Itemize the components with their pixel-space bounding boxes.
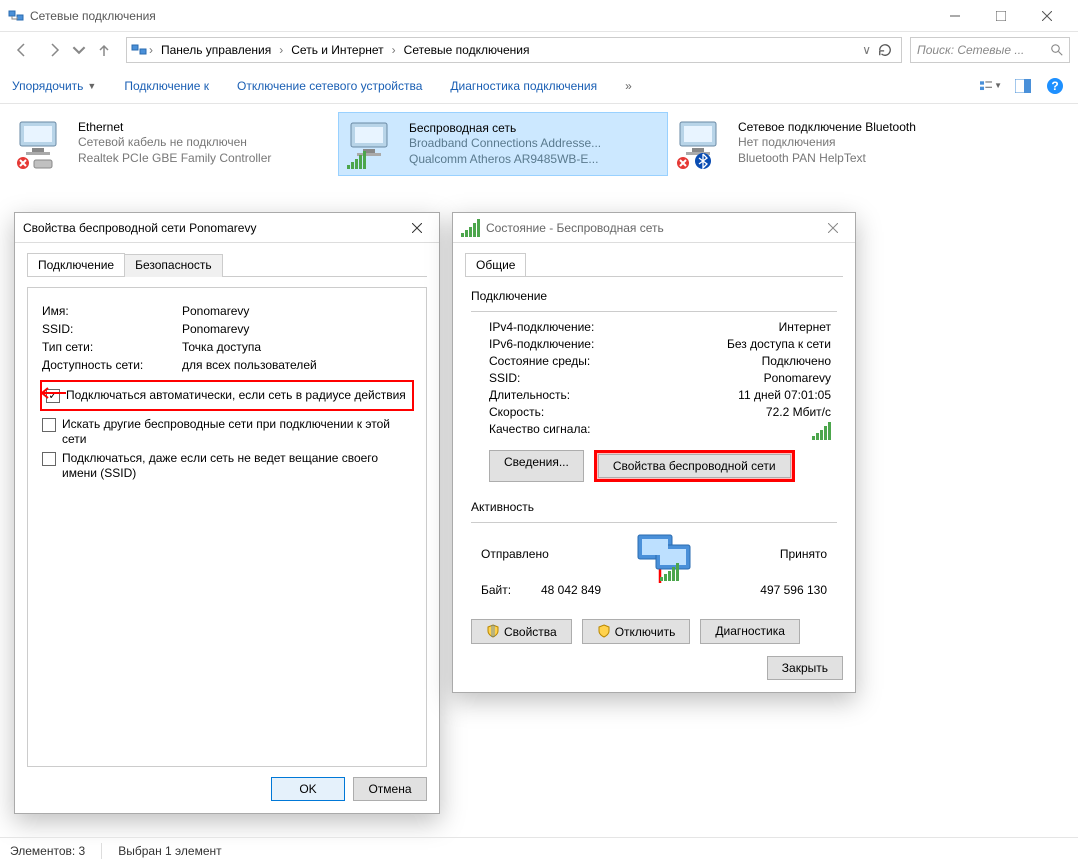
bytes-sent: 48 042 849: [541, 583, 601, 597]
signal-bars-icon: [461, 219, 480, 237]
back-button[interactable]: [8, 36, 36, 64]
breadcrumb-segment[interactable]: Панель управления: [155, 38, 277, 62]
close-button[interactable]: [1024, 1, 1070, 31]
forward-button[interactable]: [40, 36, 68, 64]
annotation-highlight: Свойства беспроводной сети: [594, 450, 795, 482]
ethernet-plug-icon: [32, 158, 56, 170]
tab-security[interactable]: Безопасность: [124, 254, 223, 277]
connection-ethernet[interactable]: Ethernet Сетевой кабель не подключен Rea…: [8, 112, 338, 176]
annotation-arrow-icon: [36, 386, 66, 400]
wireless-properties-dialog: Свойства беспроводной сети Ponomarevy По…: [14, 212, 440, 814]
minimize-button[interactable]: [932, 1, 978, 31]
bluetooth-network-icon: [676, 120, 720, 156]
up-button[interactable]: [90, 36, 118, 64]
view-menu[interactable]: ▼: [980, 75, 1002, 97]
group-connection-label: Подключение: [471, 289, 837, 303]
dialog-title: Состояние - Беспроводная сеть: [486, 221, 664, 235]
help-button[interactable]: ?: [1044, 75, 1066, 97]
connection-title: Сетевое подключение Bluetooth: [738, 120, 990, 134]
preview-pane-button[interactable]: [1012, 75, 1034, 97]
command-bar: Упорядочить ▼ Подключение к Отключение с…: [0, 68, 1078, 104]
cancel-button[interactable]: Отмена: [353, 777, 427, 801]
diagnose-button[interactable]: Диагностика: [700, 619, 800, 644]
shield-icon: [597, 624, 611, 638]
network-connections-icon: [131, 42, 147, 58]
group-activity-label: Активность: [471, 500, 837, 514]
connection-title: Беспроводная сеть: [409, 121, 659, 135]
connections-list: Ethernet Сетевой кабель не подключен Rea…: [0, 104, 1078, 184]
address-bar: › Панель управления › Сеть и Интернет › …: [0, 32, 1078, 68]
maximize-button[interactable]: [978, 1, 1024, 31]
details-button[interactable]: Сведения...: [489, 450, 584, 482]
breadcrumb-segment[interactable]: Сеть и Интернет: [285, 38, 389, 62]
search-input[interactable]: Поиск: Сетевые ...: [910, 37, 1070, 63]
connection-wireless[interactable]: Беспроводная сеть Broadband Connections …: [338, 112, 668, 176]
close-button[interactable]: [819, 214, 847, 242]
breadcrumb[interactable]: › Панель управления › Сеть и Интернет › …: [126, 37, 902, 63]
properties-button[interactable]: Свойства: [471, 619, 572, 644]
x-icon: [16, 156, 30, 170]
tab-connection[interactable]: Подключение: [27, 253, 125, 276]
selection-count: Выбран 1 элемент: [118, 844, 221, 858]
tab-general[interactable]: Общие: [465, 253, 526, 276]
bluetooth-icon: [694, 152, 712, 170]
svg-text:?: ?: [1051, 79, 1058, 93]
look-for-other-networks-checkbox[interactable]: [42, 418, 56, 432]
annotation-highlight: Подключаться автоматически, если сеть в …: [40, 380, 414, 411]
item-count: Элементов: 3: [10, 844, 85, 858]
connect-to-button[interactable]: Подключение к: [124, 79, 209, 93]
organize-menu[interactable]: Упорядочить ▼: [12, 79, 96, 93]
refresh-button[interactable]: [873, 38, 897, 62]
ok-button[interactable]: OK: [271, 777, 345, 801]
disable-device-button[interactable]: Отключение сетевого устройства: [237, 79, 422, 93]
network-connections-icon: [8, 8, 24, 24]
connection-bluetooth[interactable]: Сетевое подключение Bluetooth Нет подклю…: [668, 112, 998, 176]
search-icon: [1051, 44, 1063, 56]
titlebar: Сетевые подключения: [0, 0, 1078, 32]
connection-title: Ethernet: [78, 120, 330, 134]
close-dialog-button[interactable]: Закрыть: [767, 656, 843, 680]
x-icon: [676, 156, 690, 170]
connect-hidden-ssid-checkbox[interactable]: [42, 452, 56, 466]
bytes-received: 497 596 130: [760, 583, 827, 597]
breadcrumb-segment[interactable]: Сетевые подключения: [398, 38, 536, 62]
chevron-down-icon[interactable]: ∨: [862, 43, 871, 57]
signal-bars-icon: [812, 422, 831, 440]
wireless-properties-button[interactable]: Свойства беспроводной сети: [598, 454, 791, 478]
signal-bars-icon: [347, 151, 366, 169]
close-button[interactable]: [403, 214, 431, 242]
activity-icon: [632, 531, 696, 577]
recent-locations-button[interactable]: [72, 36, 86, 64]
shield-icon: [486, 624, 500, 638]
ethernet-icon: [16, 120, 60, 156]
tabs: Общие: [465, 253, 843, 277]
connection-status-dialog: Состояние - Беспроводная сеть Общие Подк…: [452, 212, 856, 693]
diagnose-button[interactable]: Диагностика подключения: [450, 79, 597, 93]
window-title: Сетевые подключения: [30, 9, 932, 23]
status-bar: Элементов: 3 Выбран 1 элемент: [0, 837, 1078, 863]
more-button[interactable]: »: [625, 79, 632, 93]
tabs: Подключение Безопасность: [27, 253, 427, 277]
dialog-title: Свойства беспроводной сети Ponomarevy: [23, 221, 256, 235]
disable-button[interactable]: Отключить: [582, 619, 691, 644]
